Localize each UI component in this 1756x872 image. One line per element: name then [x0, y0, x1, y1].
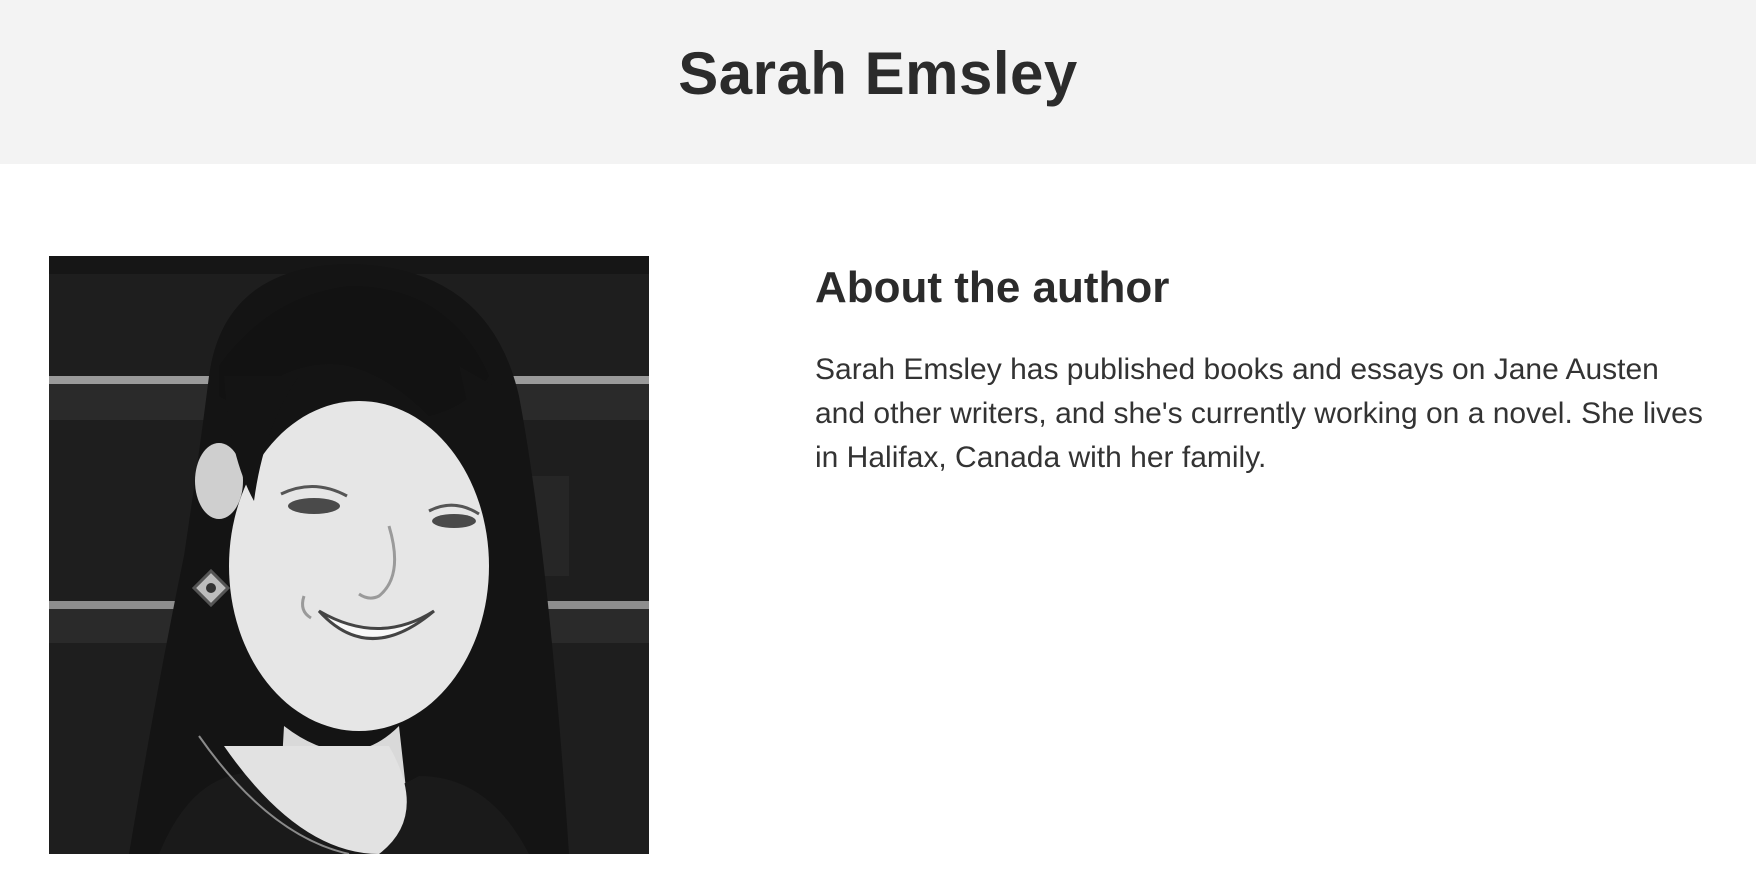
- author-name-title: Sarah Emsley: [678, 40, 1078, 107]
- about-author-section: About the author Sarah Emsley has publis…: [815, 258, 1715, 480]
- author-portrait-illustration: [49, 256, 649, 854]
- author-header: Sarah Emsley: [0, 0, 1756, 164]
- about-author-heading: About the author: [815, 263, 1170, 312]
- author-bio-text: Sarah Emsley has published books and ess…: [815, 353, 1703, 474]
- author-photo: [49, 256, 649, 854]
